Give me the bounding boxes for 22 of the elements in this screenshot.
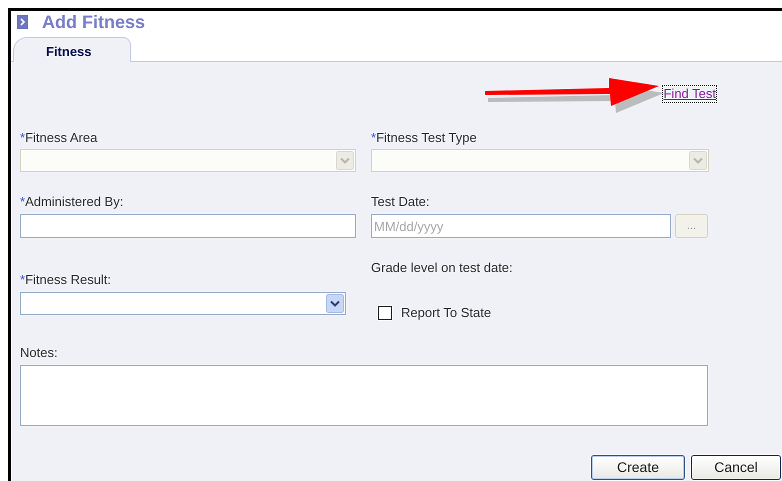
chevron-down-icon <box>326 294 344 313</box>
field-label: *Administered By: <box>20 194 124 210</box>
window-title: Add Fitness <box>42 10 146 34</box>
field-label: Notes: <box>20 344 59 360</box>
checkbox-label: Report To State <box>401 304 492 322</box>
chevron-down-icon <box>689 151 707 170</box>
field-label: Test Date: <box>371 194 431 210</box>
checkbox[interactable] <box>378 306 392 320</box>
date-field[interactable]: MM/dd/yyyy <box>371 214 671 238</box>
dropdown-field[interactable] <box>20 292 346 315</box>
notes-field[interactable] <box>20 364 708 426</box>
chevron-down-icon <box>336 151 354 170</box>
tab[interactable]: Fitness <box>13 37 131 63</box>
dialog-button[interactable]: Cancel <box>691 454 781 480</box>
chevron-right-icon[interactable] <box>17 15 28 29</box>
find-test-link[interactable]: Find Test <box>663 86 716 102</box>
grade-level-label: Grade level on test date: <box>371 260 513 276</box>
input-field[interactable] <box>20 214 356 238</box>
dialog-button[interactable]: Create <box>591 454 685 480</box>
field-label: *Fitness Result: <box>20 272 112 288</box>
field-label: *Fitness Area <box>20 130 98 146</box>
field-label: *Fitness Test Type <box>371 130 478 146</box>
